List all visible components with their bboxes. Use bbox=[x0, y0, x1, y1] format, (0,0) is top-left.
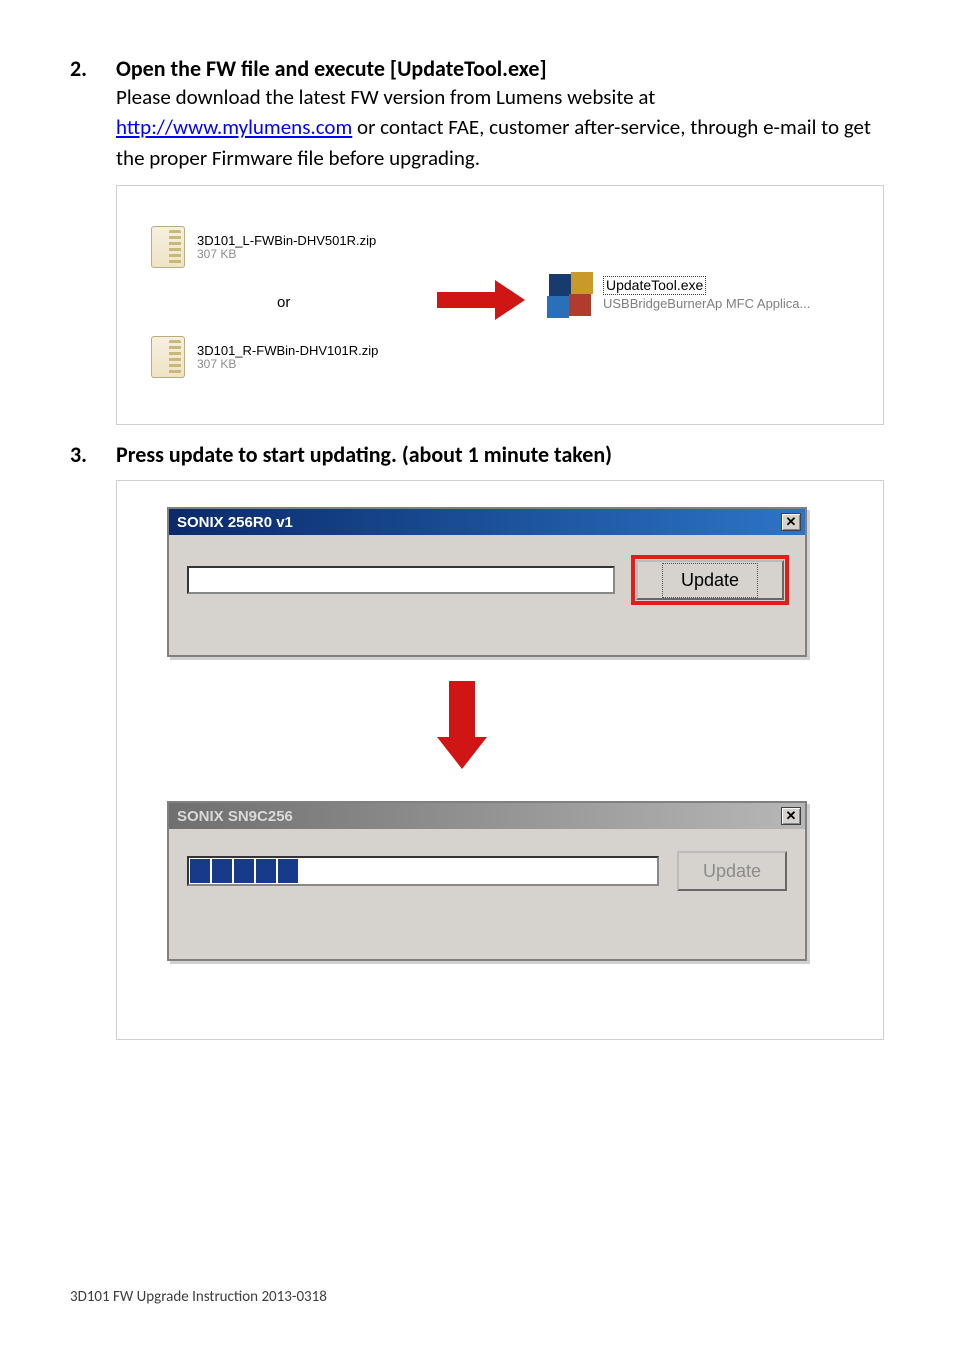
mfc-app-icon bbox=[547, 272, 593, 318]
update-window-ready: SONIX 256R0 v1 ✕ Update bbox=[167, 507, 807, 657]
figure-fw-files: 3D101_L-FWBin-DHV501R.zip 307 KB or 3D10… bbox=[116, 185, 884, 425]
update-button[interactable]: Update bbox=[636, 560, 784, 600]
zip-file-2: 3D101_R-FWBin-DHV101R.zip 307 KB bbox=[151, 336, 378, 378]
step-2-number: 2. bbox=[70, 55, 116, 82]
figure-update-windows: SONIX 256R0 v1 ✕ Update SONIX SN9C256 ✕ bbox=[116, 480, 884, 1040]
zip-1-name: 3D101_L-FWBin-DHV501R.zip bbox=[197, 234, 376, 248]
title-ready-text: SONIX 256R0 v1 bbox=[177, 514, 293, 531]
zip-icon bbox=[151, 226, 185, 268]
progress-bar bbox=[187, 856, 659, 886]
close-button[interactable]: ✕ bbox=[781, 513, 801, 531]
close-button[interactable]: ✕ bbox=[781, 807, 801, 825]
title-progress-text: SONIX SN9C256 bbox=[177, 808, 293, 825]
arrow-down-icon bbox=[437, 681, 487, 771]
update-tool-subtitle: USBBridgeBurnerAp MFC Applica... bbox=[603, 296, 810, 311]
arrow-right-icon bbox=[437, 280, 527, 320]
step-2: 2. Open the FW file and execute [UpdateT… bbox=[70, 55, 884, 173]
titlebar-ready: SONIX 256R0 v1 ✕ bbox=[169, 509, 805, 535]
zip-1-size: 307 KB bbox=[197, 248, 376, 261]
step-2-text-pre: Please download the latest FW version fr… bbox=[116, 84, 655, 110]
zip-icon bbox=[151, 336, 185, 378]
step-2-title: Open the FW file and execute [UpdateTool… bbox=[116, 55, 547, 82]
zip-file-1: 3D101_L-FWBin-DHV501R.zip 307 KB bbox=[151, 226, 376, 268]
update-button-highlight: Update bbox=[633, 557, 787, 603]
titlebar-progress: SONIX SN9C256 ✕ bbox=[169, 803, 805, 829]
update-tool-label: UpdateTool.exe USBBridgeBurnerAp MFC App… bbox=[603, 276, 810, 312]
step-3: 3. Press update to start updating. (abou… bbox=[70, 441, 884, 468]
update-button-disabled: Update bbox=[677, 851, 787, 891]
step-3-number: 3. bbox=[70, 441, 116, 468]
path-input[interactable] bbox=[187, 566, 615, 594]
lumens-link[interactable]: http://www.mylumens.com bbox=[116, 114, 352, 140]
footer-text: 3D101 FW Upgrade Instruction 2013-0318 bbox=[70, 1288, 327, 1306]
zip-2-size: 307 KB bbox=[197, 358, 378, 371]
update-window-progress: SONIX SN9C256 ✕ Update bbox=[167, 801, 807, 961]
update-button-label: Update bbox=[662, 563, 758, 598]
step-3-title: Press update to start updating. (about 1… bbox=[116, 441, 612, 468]
or-label: or bbox=[277, 294, 290, 311]
update-button-disabled-label: Update bbox=[703, 861, 761, 882]
update-tool-exe: UpdateTool.exe bbox=[603, 276, 706, 295]
step-2-body: Please download the latest FW version fr… bbox=[116, 82, 884, 173]
zip-2-name: 3D101_R-FWBin-DHV101R.zip bbox=[197, 344, 378, 358]
